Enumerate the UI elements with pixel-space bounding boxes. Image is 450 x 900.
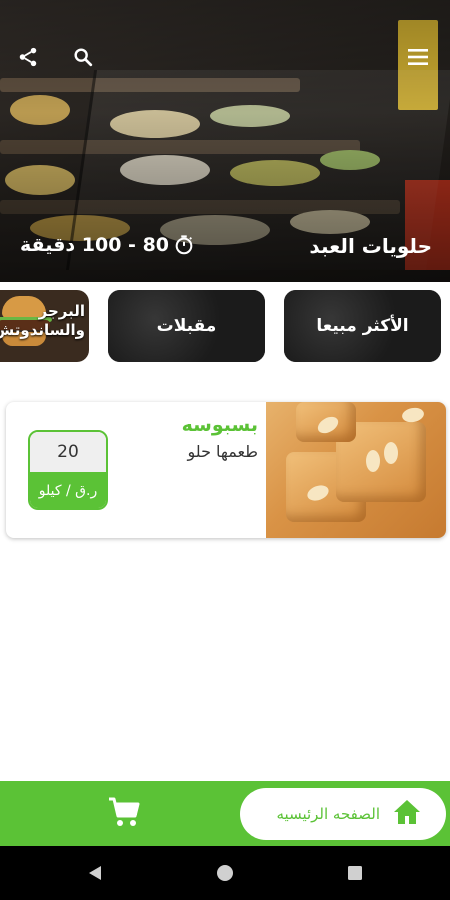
category-burgers[interactable]: البرجر والساندوتش <box>0 290 89 362</box>
system-navigation-bar <box>0 846 450 900</box>
share-icon[interactable] <box>15 44 41 70</box>
cart-icon <box>107 796 141 832</box>
menu-icon[interactable] <box>405 44 431 70</box>
timer-icon <box>173 234 195 256</box>
product-price: 20 <box>30 432 106 472</box>
store-name: حلويات العبد <box>309 234 432 258</box>
category-label: مقبلات <box>156 316 217 336</box>
store-cover-image: حلويات العبد 80 - 100 دقيقة <box>0 0 450 282</box>
product-image <box>266 402 446 538</box>
price-unit: ر.ق / كيلو <box>30 472 106 508</box>
category-label: الأكثر مبيعا <box>316 316 409 336</box>
category-strip: الأكثر مبيعا مقبلات البرجر والساندوتش <box>0 290 450 362</box>
home-label: الصفحه الرئيسيه <box>276 805 381 823</box>
home-circle-icon[interactable] <box>215 863 235 883</box>
home-button[interactable]: الصفحه الرئيسيه <box>240 788 446 840</box>
recents-icon[interactable] <box>345 863 365 883</box>
delivery-time-text: 80 - 100 دقيقة <box>20 234 170 256</box>
cart-button[interactable] <box>106 797 142 831</box>
bottom-navigation: الصفحه الرئيسيه <box>0 781 450 846</box>
price-box: 20 ر.ق / كيلو <box>28 430 108 510</box>
back-icon[interactable] <box>85 863 105 883</box>
app-screen: حلويات العبد 80 - 100 دقيقة الأكثر مبيعا… <box>0 0 450 900</box>
product-description: طعمها حلو <box>187 442 259 461</box>
category-appetizers[interactable]: مقبلات <box>108 290 265 362</box>
search-icon[interactable] <box>70 44 96 70</box>
category-best-sellers[interactable]: الأكثر مبيعا <box>284 290 441 362</box>
product-card[interactable]: بسبوسه طعمها حلو 20 ر.ق / كيلو <box>6 402 446 538</box>
category-label: البرجر والساندوتش <box>0 302 85 339</box>
delivery-time: 80 - 100 دقيقة <box>20 234 195 256</box>
home-icon <box>392 798 422 830</box>
product-name: بسبوسه <box>181 414 258 436</box>
